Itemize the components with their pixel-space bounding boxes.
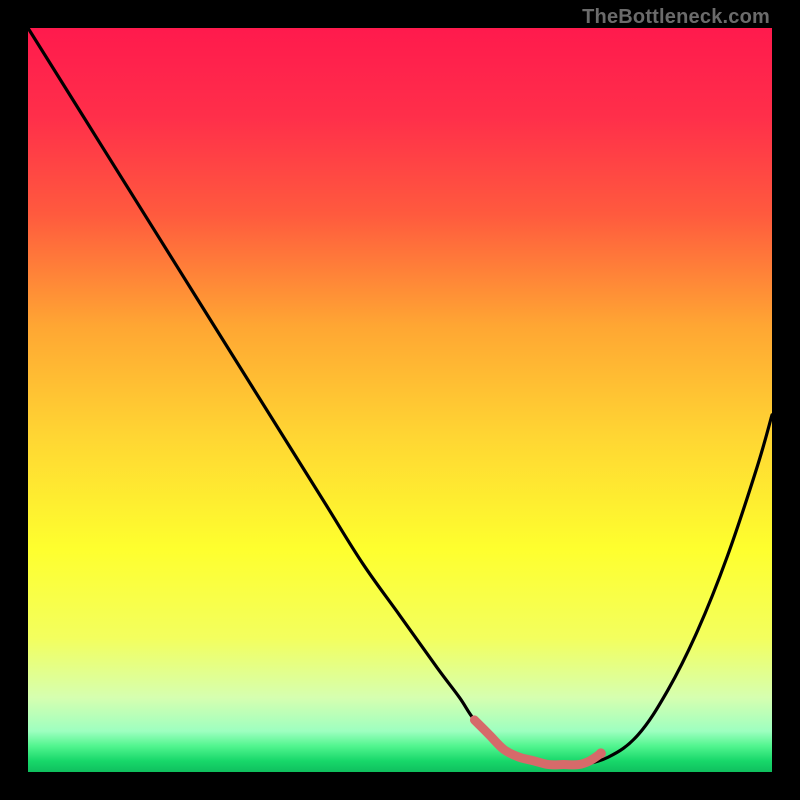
optimal-end-marker	[596, 748, 606, 758]
plot-area	[28, 28, 772, 772]
optimal-range-highlight	[474, 720, 600, 765]
watermark-text: TheBottleneck.com	[582, 6, 770, 29]
bottleneck-curve	[28, 28, 772, 766]
chart-container: TheBottleneck.com	[0, 0, 800, 800]
chart-svg	[28, 28, 772, 772]
